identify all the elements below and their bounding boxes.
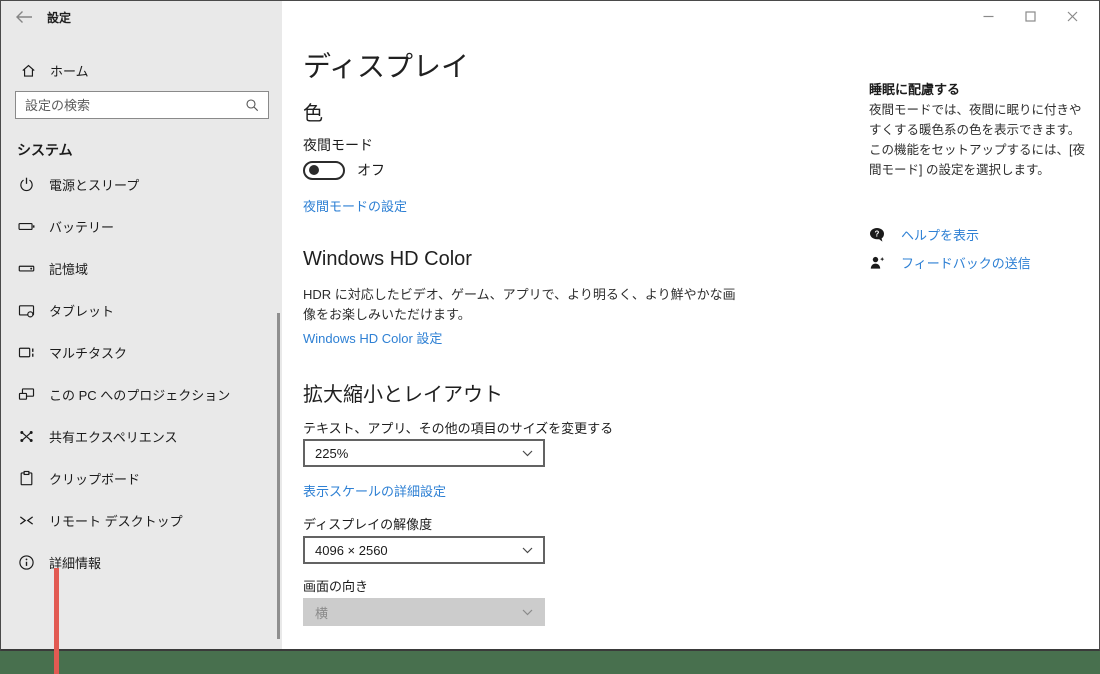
sidebar-item-remote-desktop[interactable]: リモート デスクトップ: [1, 499, 282, 541]
sidebar-nav-list: 電源とスリープ バッテリー 記憶域: [1, 163, 282, 583]
sidebar-item-label: 記憶域: [49, 259, 88, 278]
search-box: [15, 91, 269, 119]
storage-icon: [18, 260, 35, 277]
night-mode-toggle-row: オフ: [303, 160, 385, 180]
sidebar-item-battery[interactable]: バッテリー: [1, 205, 282, 247]
minimize-button[interactable]: [967, 1, 1009, 31]
sidebar-item-storage[interactable]: 記憶域: [1, 247, 282, 289]
info-icon: [18, 554, 35, 571]
sidebar-scrollbar[interactable]: [277, 313, 280, 639]
page-title: ディスプレイ: [303, 45, 469, 85]
sidebar-item-label: バッテリー: [49, 217, 114, 236]
close-icon: [1067, 11, 1078, 22]
help-bubble-icon: ?: [869, 227, 887, 243]
get-help-row[interactable]: ? ヘルプを表示: [869, 225, 979, 244]
desktop-background: 設定 ホーム システム 電源とスリープ: [0, 0, 1100, 674]
window-controls: [967, 1, 1093, 31]
search-input[interactable]: [16, 98, 245, 113]
section-header-color: 色: [303, 97, 323, 126]
settings-window: 設定 ホーム システム 電源とスリープ: [0, 0, 1100, 651]
send-feedback-row[interactable]: フィードバックの送信: [869, 253, 1031, 272]
resolution-label: ディスプレイの解像度: [303, 514, 432, 533]
maximize-icon: [1025, 11, 1036, 22]
chevron-down-icon: [522, 609, 533, 616]
sidebar-item-label: この PC へのプロジェクション: [49, 385, 230, 404]
resolution-dropdown-value: 4096 × 2560: [305, 543, 522, 558]
sidebar-item-label: リモート デスクトップ: [49, 511, 183, 530]
night-mode-label: 夜間モード: [303, 135, 373, 155]
send-feedback-link[interactable]: フィードバックの送信: [901, 253, 1031, 272]
back-arrow-icon: [13, 7, 35, 27]
night-mode-state: オフ: [357, 160, 385, 180]
home-icon: [20, 62, 37, 79]
sidebar-item-label: ホーム: [50, 61, 89, 80]
night-mode-toggle[interactable]: [303, 161, 345, 180]
resolution-dropdown[interactable]: 4096 × 2560: [303, 536, 545, 564]
section-header-hd-color: Windows HD Color: [303, 248, 472, 271]
sidebar-item-shared-experiences[interactable]: 共有エクスペリエンス: [1, 415, 282, 457]
hd-color-description: HDR に対応したビデオ、ゲーム、アプリで、より明るく、より鮮やかな画像をお楽し…: [303, 285, 737, 325]
sidebar-item-home[interactable]: ホーム: [1, 53, 282, 87]
advanced-scaling-link[interactable]: 表示スケールの詳細設定: [303, 481, 446, 500]
get-help-link[interactable]: ヘルプを表示: [901, 225, 979, 244]
battery-icon: [18, 218, 35, 235]
help-panel-body: 夜間モードでは、夜間に眠りに付きやすくする暖色系の色を表示できます。この機能をセ…: [869, 100, 1088, 180]
sidebar-item-projection[interactable]: この PC へのプロジェクション: [1, 373, 282, 415]
search-icon[interactable]: [245, 98, 259, 112]
projection-icon: [18, 386, 35, 403]
hd-color-settings-link[interactable]: Windows HD Color 設定: [303, 328, 442, 347]
sidebar-item-power-sleep[interactable]: 電源とスリープ: [1, 163, 282, 205]
chevron-down-icon: [522, 450, 533, 457]
sidebar-item-label: 共有エクスペリエンス: [49, 427, 177, 446]
multitask-icon: [18, 344, 35, 361]
sidebar-item-label: タブレット: [49, 301, 114, 320]
chevron-down-icon: [522, 547, 533, 554]
power-icon: [18, 176, 35, 193]
close-button[interactable]: [1051, 1, 1093, 31]
tablet-icon: [18, 302, 35, 319]
sidebar-item-clipboard[interactable]: クリップボード: [1, 457, 282, 499]
feedback-person-icon: [869, 255, 887, 271]
remote-desktop-icon: [18, 512, 35, 529]
svg-text:?: ?: [874, 229, 879, 238]
scale-label: テキスト、アプリ、その他の項目のサイズを変更する: [303, 418, 613, 437]
toggle-knob: [309, 165, 319, 175]
scale-dropdown[interactable]: 225%: [303, 439, 545, 467]
back-button[interactable]: [13, 7, 35, 27]
sidebar: 設定 ホーム システム 電源とスリープ: [1, 1, 282, 649]
share-icon: [18, 428, 35, 445]
sidebar-section-header: システム: [17, 140, 73, 160]
orientation-label: 画面の向き: [303, 576, 368, 595]
scale-dropdown-value: 225%: [305, 446, 522, 461]
maximize-button[interactable]: [1009, 1, 1051, 31]
night-mode-settings-link[interactable]: 夜間モードの設定: [303, 196, 407, 215]
orientation-dropdown-disabled: 横: [303, 598, 545, 626]
sidebar-item-label: 電源とスリープ: [49, 175, 139, 194]
annotation-red-line: [54, 568, 59, 674]
sidebar-item-label: クリップボード: [49, 469, 140, 488]
sidebar-item-multitasking[interactable]: マルチタスク: [1, 331, 282, 373]
sidebar-item-tablet[interactable]: タブレット: [1, 289, 282, 331]
clipboard-icon: [18, 470, 35, 487]
sidebar-item-about[interactable]: 詳細情報: [1, 541, 282, 583]
window-title: 設定: [47, 9, 71, 26]
help-panel-header: 睡眠に配慮する: [869, 79, 960, 98]
minimize-icon: [983, 11, 994, 22]
sidebar-item-label: マルチタスク: [49, 343, 127, 362]
section-header-scale-layout: 拡大縮小とレイアウト: [303, 378, 503, 407]
orientation-dropdown-value: 横: [305, 603, 522, 622]
